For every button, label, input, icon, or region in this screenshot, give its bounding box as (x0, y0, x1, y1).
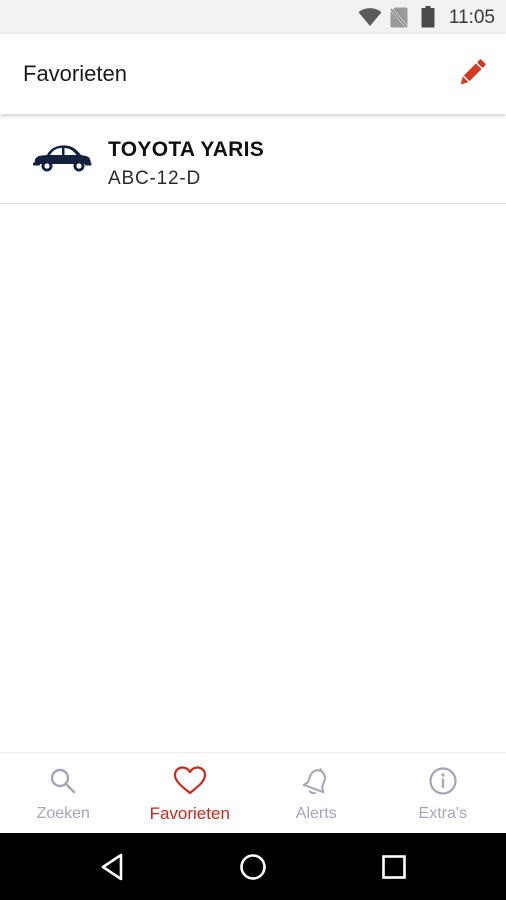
status-bar: 11:05 (0, 0, 506, 34)
pencil-icon (460, 59, 486, 85)
tab-favorieten[interactable]: Favorieten (127, 753, 254, 834)
tab-label: Zoeken (36, 805, 90, 822)
info-icon (429, 767, 457, 795)
bell-icon (302, 768, 327, 795)
no-sim-icon (390, 7, 408, 28)
recents-icon[interactable] (377, 850, 411, 884)
edit-button[interactable] (450, 51, 494, 95)
tab-label: Alerts (295, 805, 337, 822)
tab-label: Extra's (418, 805, 467, 822)
app-bar: Favorieten (0, 34, 506, 114)
tab-zoeken[interactable]: Zoeken (0, 753, 127, 834)
vehicle-name: TOYOTA YARIS (108, 138, 265, 161)
search-icon (51, 768, 76, 794)
battery-icon (421, 6, 435, 28)
license-plate: ABC-12-D (108, 168, 201, 189)
home-icon[interactable] (236, 850, 270, 884)
heart-icon (173, 766, 206, 795)
page-title: Favorieten (23, 61, 127, 86)
system-nav-bar (0, 833, 506, 900)
tab-extras[interactable]: Extra's (380, 753, 506, 834)
tab-label: Favorieten (149, 804, 230, 823)
wifi-icon (358, 8, 382, 26)
favorites-list: TOYOTA YARIS ABC-12-D (0, 114, 506, 204)
status-time: 11:05 (448, 7, 495, 28)
tab-alerts[interactable]: Alerts (253, 753, 380, 834)
car-icon (33, 145, 92, 172)
bottom-nav: Zoeken Favorieten Alerts Extra's (0, 752, 506, 834)
back-icon[interactable] (97, 850, 131, 884)
list-item[interactable]: TOYOTA YARIS ABC-12-D (0, 114, 506, 204)
